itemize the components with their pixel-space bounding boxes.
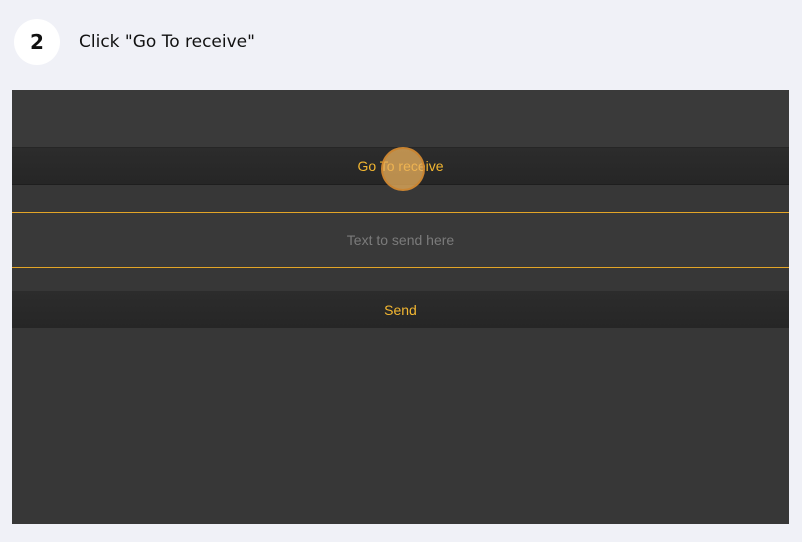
step-header: 2 Click "Go To receive": [14, 19, 255, 65]
app-screen: Go To receive Send: [12, 90, 789, 524]
step-instruction: Click "Go To receive": [79, 32, 255, 52]
send-button[interactable]: Send: [12, 291, 789, 328]
go-to-receive-button[interactable]: Go To receive: [12, 148, 789, 185]
app-header-bar: [12, 90, 789, 148]
text-to-send-input[interactable]: [12, 212, 789, 268]
step-number-badge: 2: [14, 19, 60, 65]
